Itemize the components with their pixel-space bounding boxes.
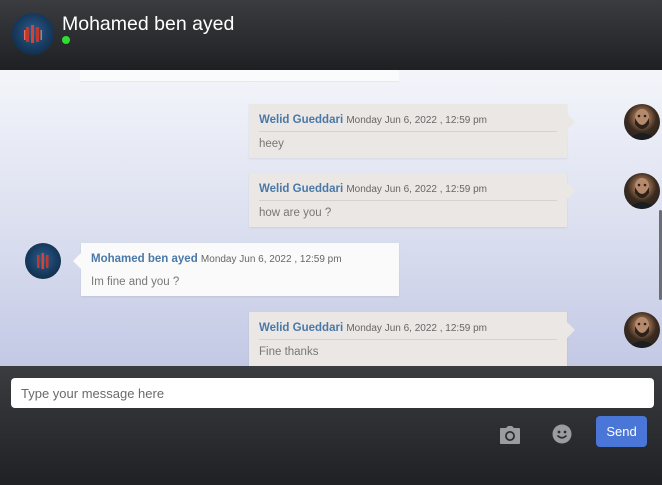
sender-avatar bbox=[624, 312, 660, 348]
message-list[interactable]: Welid Gueddari Monday Jun 6, 2022 , 12:5… bbox=[0, 70, 662, 366]
message-text: how are you ? bbox=[259, 207, 332, 219]
camera-icon[interactable] bbox=[499, 425, 521, 445]
chat-header: Mohamed ben ayed bbox=[0, 0, 662, 70]
smile-icon[interactable] bbox=[552, 424, 572, 444]
message-bubble: Welid Gueddari Monday Jun 6, 2022 , 12:5… bbox=[249, 104, 575, 158]
message-time: Monday Jun 6, 2022 , 12:59 pm bbox=[346, 184, 487, 195]
message-composer: Send bbox=[0, 366, 662, 485]
previous-message-fragment bbox=[80, 70, 399, 82]
message-bubble: Welid Gueddari Monday Jun 6, 2022 , 12:5… bbox=[249, 173, 575, 227]
message-bubble: Welid Gueddari Monday Jun 6, 2022 , 12:5… bbox=[249, 312, 575, 366]
message-sender: Welid Gueddari bbox=[259, 114, 344, 126]
message-text: Im fine and you ? bbox=[91, 276, 180, 288]
message-text: Fine thanks bbox=[259, 346, 319, 358]
sender-avatar bbox=[25, 243, 61, 279]
contact-name: Mohamed ben ayed bbox=[62, 13, 235, 35]
contact-avatar[interactable] bbox=[12, 13, 54, 55]
online-status-dot bbox=[62, 36, 70, 44]
message-sender: Welid Gueddari bbox=[259, 183, 344, 195]
message-text: heey bbox=[259, 138, 284, 150]
message-time: Monday Jun 6, 2022 , 12:59 pm bbox=[200, 254, 342, 265]
message-bubble: Mohamed ben ayed Monday Jun 6, 2022 , 12… bbox=[73, 243, 399, 296]
message-time: Monday Jun 6, 2022 , 12:59 pm bbox=[346, 115, 487, 126]
message-time: Monday Jun 6, 2022 , 12:59 pm bbox=[346, 323, 487, 334]
send-button[interactable]: Send bbox=[596, 416, 647, 447]
sender-avatar bbox=[624, 173, 660, 209]
message-sender: Welid Gueddari bbox=[259, 322, 344, 334]
sender-avatar bbox=[624, 104, 660, 140]
message-input[interactable] bbox=[11, 378, 654, 408]
message-sender: Mohamed ben ayed bbox=[91, 253, 198, 265]
